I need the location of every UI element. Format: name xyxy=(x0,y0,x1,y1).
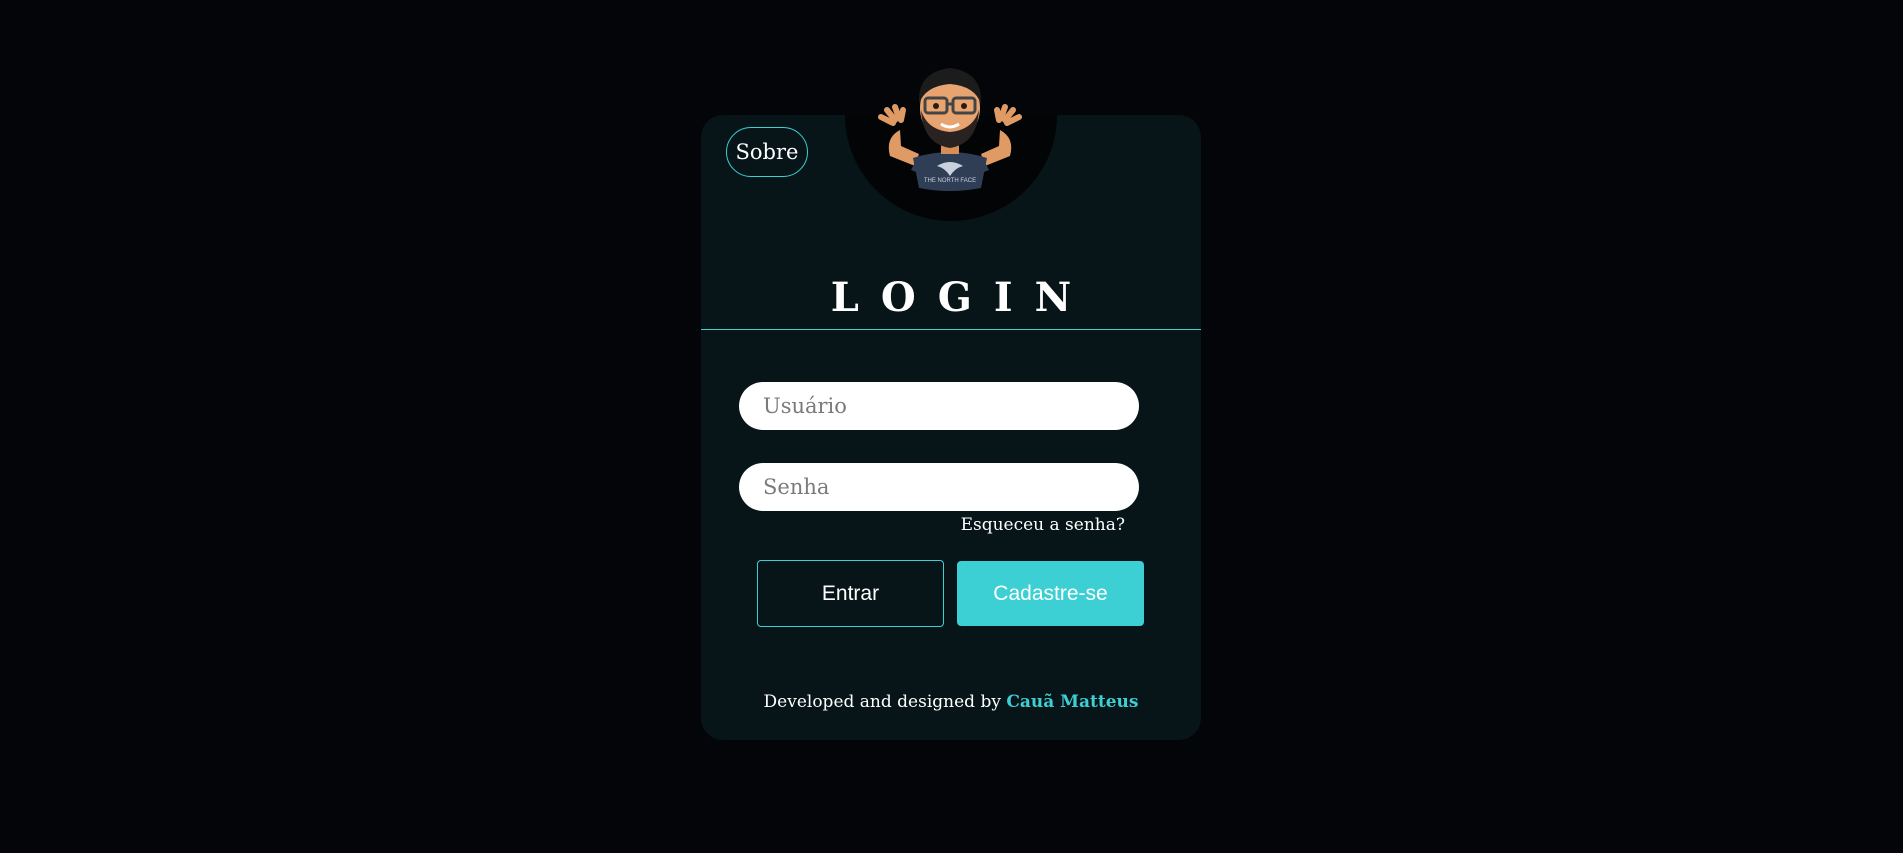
username-input[interactable] xyxy=(739,382,1139,430)
title-divider xyxy=(701,329,1201,330)
page: THE NORTH FACE Sobre LOGIN Esqueceu a se… xyxy=(0,0,1903,853)
footer: Developed and designed by Cauã Matteus xyxy=(701,692,1201,712)
password-input[interactable] xyxy=(739,463,1139,511)
forgot-password-link[interactable]: Esqueceu a senha? xyxy=(940,515,1125,535)
footer-credit-text: Developed and designed by xyxy=(763,692,1001,712)
svg-text:THE NORTH FACE: THE NORTH FACE xyxy=(924,178,976,184)
login-title: LOGIN xyxy=(830,274,1094,321)
about-button[interactable]: Sobre xyxy=(726,127,808,177)
avatar: THE NORTH FACE xyxy=(878,68,1022,191)
signup-button[interactable]: Cadastre-se xyxy=(957,561,1144,626)
author-link[interactable]: Cauã Matteus xyxy=(1006,692,1138,712)
login-button[interactable]: Entrar xyxy=(757,560,944,627)
